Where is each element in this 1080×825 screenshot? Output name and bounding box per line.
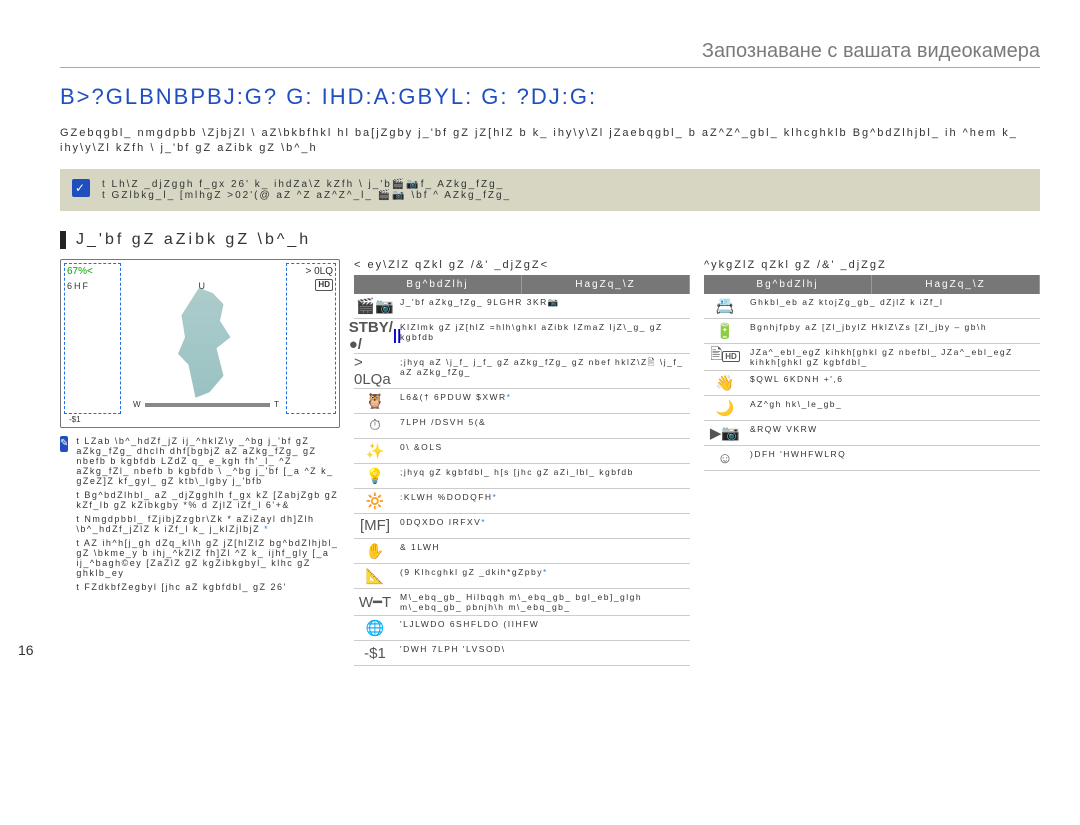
right-table: 📇Ghkbl_eb aZ ktojZg_gb_ dZjlZ k iZf_l 🔋B… [704, 294, 1040, 471]
row-desc: 0\ &OLS [396, 439, 690, 463]
smart-auto-icon: 🦉 [354, 389, 396, 413]
mode-icon: 🎬📷 [354, 294, 396, 318]
contshow-icon: ▶📷 [704, 421, 746, 445]
resolution-icon: 🖹 HD [704, 344, 746, 370]
row-desc: (9 Klhcghkl gZ _dkih*gZpby* [396, 564, 690, 588]
dse-icon: 🌐 [354, 616, 396, 640]
row-desc: JZa^_ebl_egZ kihkh[ghkl gZ nbefbl_ JZa^_… [746, 344, 1040, 370]
table-header: Bg^bdZlhj HagZq_\Z [704, 275, 1040, 294]
ev-icon: 📐 [354, 564, 396, 588]
silhouette-image [171, 288, 241, 398]
antishake-icon: 👋 [704, 371, 746, 395]
note-item: t FZdkbfZegbyl [jhc aZ kgbfdbl_ gZ 26' [76, 582, 340, 592]
th-desc: HagZq_\Z [872, 275, 1040, 294]
counter-icon: 💡 [354, 464, 396, 488]
note-item: t LZab \b^_hdZf_jZ ij_^hklZ\y _^bg j_'bf… [76, 436, 340, 486]
check-icon: ✓ [72, 179, 90, 197]
timelapse-icon: ⏱ [354, 414, 396, 438]
row-desc: AZ^gh hk\_le_gb_ [746, 396, 1040, 420]
row-desc: L6&(† 6PDUW $XWR* [396, 389, 690, 413]
stby-icon: STBY/●/|| [354, 319, 396, 353]
row-desc: ;jhyq aZ \j_f_ j_f_ gZ aZkg_fZg_ gZ nbef… [396, 354, 690, 388]
note-item: t Bg^bdZlhbl_ aZ _djZgghlh f_gx kZ [Zabj… [76, 490, 340, 510]
section-heading: J_'bf gZ aZibk gZ \b^_h [60, 231, 1040, 249]
row-desc: )DFH 'HWHFWLRQ [746, 446, 1040, 470]
row-desc: :KLWH %DODQFH* [396, 489, 690, 513]
right-subhead: ^ykgZlZ qZkl gZ /&' _djZgZ [704, 259, 1040, 271]
row-desc: 'DWH 7LPH 'LVSOD\ [396, 641, 690, 665]
mid-table: 🎬📷J_'bf aZkg_fZg_ 9LGHR 3KR📷 STBY/●/||Kl… [354, 294, 690, 666]
row-desc: Ghkbl_eb aZ ktojZg_gb_ dZjlZ k iZf_l [746, 294, 1040, 318]
zoom-t: T [274, 400, 279, 409]
zoom-w: W [133, 400, 141, 409]
tip-line-1: t Lh\Z _djZggh f_gx 26' k_ ihdZa\Z kZfh … [102, 179, 511, 190]
wb-icon: 🔆 [354, 489, 396, 513]
th-indicator: Bg^bdZlhj [354, 275, 522, 294]
row-desc: J_'bf aZkg_fZg_ 9LGHR 3KR📷 [396, 294, 690, 318]
face-icon: ☺ [704, 446, 746, 470]
backlight-icon: 🌙 [704, 396, 746, 420]
intro-paragraph: GZebqgbl_ nmgdpbb \ZjbjZl \ aZ\bkbfhkl h… [60, 126, 1040, 157]
mf-icon: [MF] [354, 514, 396, 538]
note-icon: ✎ [60, 436, 68, 452]
storage-icon: 📇 [704, 294, 746, 318]
zoom-icon: W━T [354, 589, 396, 615]
row-desc: KlZlmk gZ jZ[hlZ =hlh\ghkl aZibk IZmaZ I… [396, 319, 690, 353]
mid-subhead: < ey\ZlZ qZkl gZ /&' _djZgZ< [354, 259, 690, 271]
lcd-screen-mock: 67%< > 0LQ 6HF U HD W T -$1 [60, 259, 340, 428]
row-desc: &RQW VKRW [746, 421, 1040, 445]
cnite-icon: ✋ [354, 539, 396, 563]
date-icon: -$1 [354, 641, 396, 665]
myclip-icon: ✨ [354, 439, 396, 463]
row-desc: 7LPH /DSVH 5(& [396, 414, 690, 438]
row-desc: M\_ebq_gb_ Hilbqgh m\_ebq_gb_ bgl_eb]_gl… [396, 589, 690, 615]
row-desc: $QWL 6KDNH +',6 [746, 371, 1040, 395]
th-desc: HagZq_\Z [522, 275, 690, 294]
san-label: -$1 [69, 415, 81, 424]
row-desc: ;jhyq gZ kgbfdbl_ h[s [jhc gZ aZi_lbl_ k… [396, 464, 690, 488]
timer-icon: > 0LQa [354, 354, 396, 388]
page-number: 16 [18, 642, 34, 658]
page-title: B>?GLBNBPBJ:G? G: IHD:A:GBYL: G: ?DJ:G: [60, 84, 1040, 110]
row-desc: 0DQXDO IRFXV* [396, 514, 690, 538]
note-item: t Nmgdpbbl_ fZjibjZzgbr\Zk * aZiZayl dh]… [76, 514, 340, 534]
note-item: t AZ ih^h[j_gh dZq_kl\h gZ jZ[hlZlZ bg^b… [76, 538, 340, 578]
breadcrumb: Запознаване с вашата видеокамера [60, 40, 1040, 68]
tip-line-2: t GZlbkg_l_ [mlhgZ >02'(@ aZ ^Z aZ^Z^_l_… [102, 190, 511, 201]
battery-icon: 🔋 [704, 319, 746, 343]
tip-box: ✓ t Lh\Z _djZggh f_gx 26' k_ ihdZa\Z kZf… [60, 169, 1040, 211]
table-header: Bg^bdZlhj HagZq_\Z [354, 275, 690, 294]
row-desc: & 1LWH [396, 539, 690, 563]
row-desc: Bgnhjfpby aZ [Zl_jbylZ HklZ\Zs [Zl_jby –… [746, 319, 1040, 343]
th-indicator: Bg^bdZlhj [704, 275, 872, 294]
row-desc: 'LJLWDO 6SHFLDO (IIHFW [396, 616, 690, 640]
notes-list: t LZab \b^_hdZf_jZ ij_^hklZ\y _^bg j_'bf… [76, 436, 340, 596]
